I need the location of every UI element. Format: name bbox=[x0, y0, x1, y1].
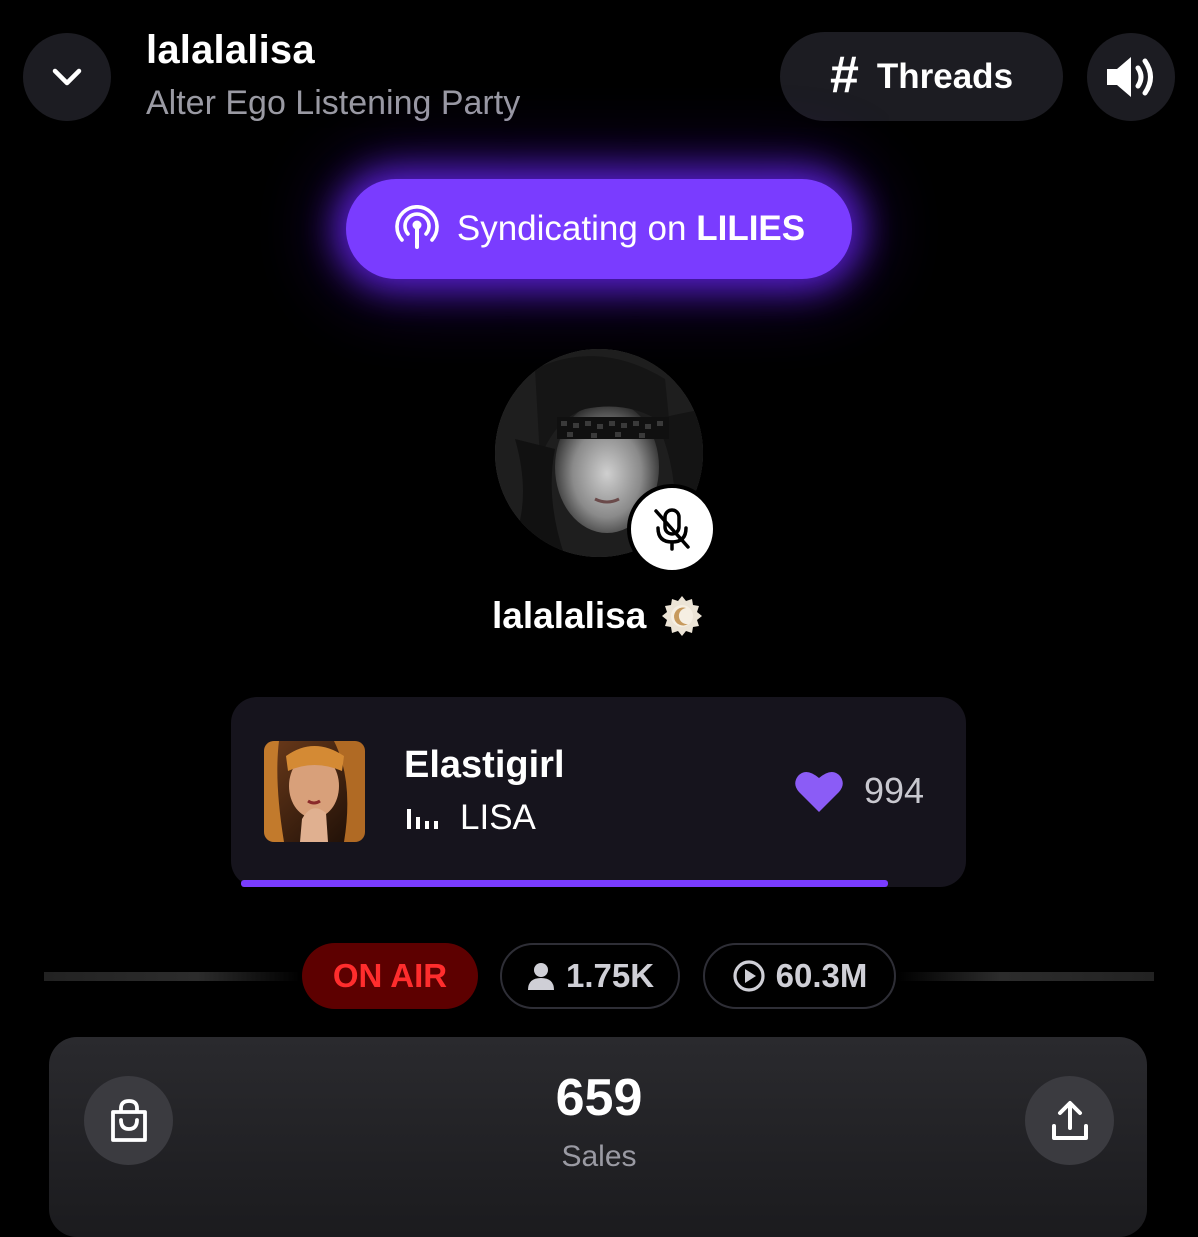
track-title: Elastigirl bbox=[404, 744, 565, 786]
room-subtitle: Alter Ego Listening Party bbox=[146, 84, 521, 122]
album-art bbox=[264, 741, 365, 842]
collapse-button[interactable] bbox=[23, 33, 111, 121]
speaker-icon bbox=[1107, 57, 1153, 97]
plays-count: 60.3M bbox=[775, 957, 868, 994]
mic-muted-badge bbox=[627, 484, 717, 574]
equalizer-icon bbox=[407, 809, 438, 829]
progress-fill bbox=[241, 880, 889, 887]
listeners-count: 1.75K bbox=[565, 957, 655, 994]
sales-count: 659 bbox=[555, 1069, 643, 1127]
sound-button[interactable] bbox=[1087, 33, 1175, 121]
on-air-badge: ON AIR bbox=[302, 943, 478, 1009]
divider-right bbox=[898, 972, 1154, 981]
host-name-row[interactable]: lalalalisa bbox=[492, 594, 704, 638]
host-name: lalalalisa bbox=[492, 595, 647, 636]
syndicating-text: Syndicating on LILIES bbox=[456, 209, 806, 248]
room-title: lalalalisa bbox=[146, 28, 315, 72]
chevron-down-icon bbox=[52, 68, 82, 86]
broadcast-icon bbox=[395, 205, 439, 249]
on-air-label: ON AIR bbox=[332, 957, 448, 994]
share-upload-icon bbox=[1051, 1100, 1088, 1140]
sales-card bbox=[49, 1037, 1147, 1237]
syndicate-channel: LILIES bbox=[696, 209, 806, 248]
plays-badge[interactable]: 60.3M bbox=[703, 943, 896, 1009]
verified-badge-icon bbox=[662, 596, 703, 636]
divider-left bbox=[44, 972, 300, 981]
threads-button[interactable]: # Threads bbox=[780, 32, 1063, 121]
play-circle-icon bbox=[733, 960, 765, 992]
syndicating-button[interactable]: Syndicating on LILIES bbox=[346, 179, 852, 279]
mic-muted-icon bbox=[654, 508, 690, 551]
person-icon bbox=[527, 963, 554, 990]
sales-label: Sales bbox=[561, 1140, 637, 1173]
hashtag-icon: # bbox=[829, 45, 859, 104]
share-button[interactable] bbox=[1025, 1076, 1114, 1165]
track-artist-row: LISA bbox=[406, 798, 536, 838]
like-count: 994 bbox=[864, 770, 925, 811]
heart-icon[interactable] bbox=[794, 768, 844, 814]
listeners-badge[interactable]: 1.75K bbox=[500, 943, 680, 1009]
threads-label: Threads bbox=[876, 56, 1014, 96]
track-artist: LISA bbox=[460, 798, 536, 837]
like-group[interactable]: 994 bbox=[794, 768, 924, 814]
